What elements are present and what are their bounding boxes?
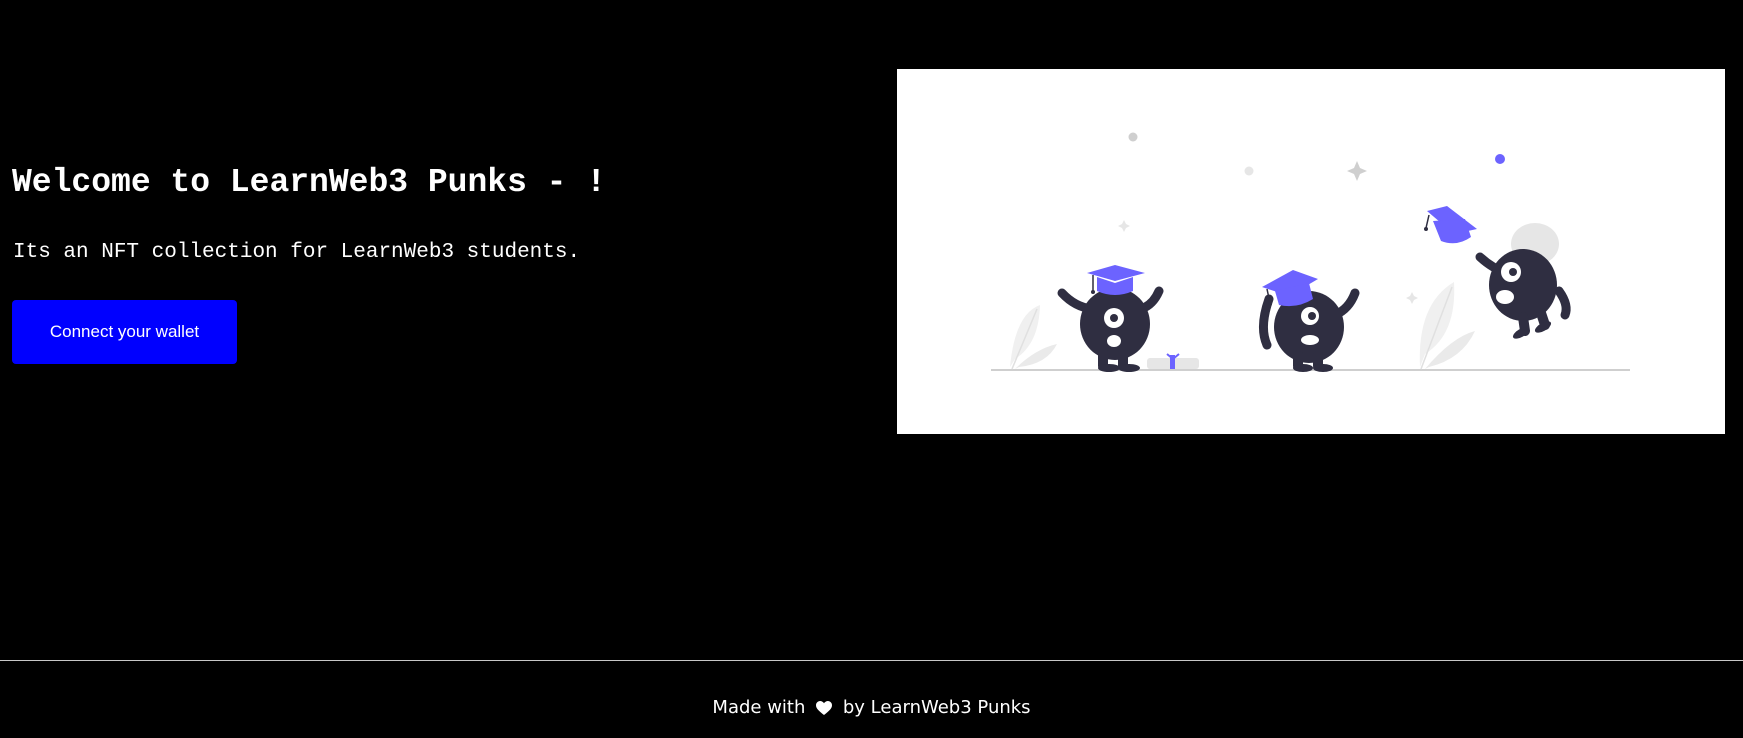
hero-illustration	[897, 69, 1725, 434]
footer-made-with: Made with	[712, 697, 806, 718]
footer-text: Made with by LearnWeb3 Punks	[0, 697, 1743, 719]
page-title: Welcome to LearnWeb3 Punks - !	[12, 164, 607, 201]
footer-by-text: by LearnWeb3 Punks	[842, 697, 1031, 718]
page-description: Its an NFT collection for LearnWeb3 stud…	[13, 241, 581, 264]
connect-wallet-button[interactable]: Connect your wallet	[12, 300, 237, 364]
flying-cap	[1424, 206, 1477, 244]
footer: Made with by LearnWeb3 Punks	[0, 660, 1743, 738]
creature-3	[1475, 223, 1571, 339]
main-content: Welcome to LearnWeb3 Punks - ! Its an NF…	[0, 0, 1743, 660]
creature-1	[1057, 265, 1164, 372]
creature-2	[1259, 270, 1360, 372]
heart-icon	[816, 701, 833, 715]
graduation-illustration	[991, 132, 1630, 372]
